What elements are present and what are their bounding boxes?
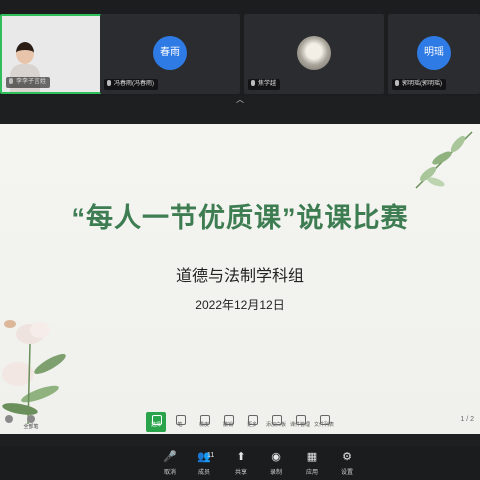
slide-subtitle: 道德与法制学科组 [175,268,304,285]
share-button[interactable]: ⬆ 共享 [226,450,256,476]
participant-name: 郭明瑶(郭明瑶) [392,79,446,90]
participant-name: 李李子言姓 [6,77,51,88]
mic-icon [251,80,255,86]
pen-tool-button[interactable]: 笔 [170,412,190,432]
mic-icon [9,78,13,84]
slide-title: “每人一节优质课”说课比赛 [71,203,409,233]
apps-grid-icon: ▦ [306,451,318,463]
mic-icon [395,80,399,86]
collapse-caret-icon[interactable]: ︿ [234,96,246,104]
apps-button[interactable]: ▦ 应用 [297,450,327,476]
microphone-icon: 🎤 [163,451,177,463]
page-navigation[interactable]: 1 / 2 [460,416,474,423]
leaves-decoration-icon [415,131,473,189]
participant-name: 焦学越 [248,79,281,90]
gear-icon: ⚙ [342,451,352,463]
all-pens-button[interactable]: 全部笔 [22,412,40,432]
participant-tile-2[interactable]: 春雨 冯春雨(冯春雨) [100,14,240,94]
more-button[interactable]: 更多 [242,412,262,432]
avatar [297,36,331,70]
participant-tile-3[interactable]: 焦学越 [244,14,384,94]
share-screen-icon: ⬆ [236,451,246,463]
mic-icon [107,80,111,86]
select-tool-button[interactable]: 选择 [146,412,166,432]
settings-button[interactable]: ⚙ 设置 [332,450,362,476]
participant-name: 冯春雨(冯春雨) [104,79,158,90]
avatar: 春雨 [153,36,187,70]
slide-left-toolbar: 全部笔 [0,412,40,434]
color-tool-button[interactable] [0,412,18,432]
record-icon: ◉ [271,451,281,463]
file-list-button[interactable]: 文件列表 [314,412,334,432]
courseware-button[interactable]: 课件管理 [290,412,310,432]
members-button[interactable]: 👥 11 成员 [189,450,219,476]
whiteboard-toolbar: 选择 笔 橡皮 撤销 更多 添加白板 课件管理 文件列表 [146,412,334,434]
participant-strip: 李李子言姓 春雨 冯春雨(冯春雨) 焦学越 明瑶 郭明瑶(郭明瑶) [0,0,480,96]
mute-button[interactable]: 🎤 取消 [155,450,185,476]
eraser-tool-button[interactable]: 橡皮 [194,412,214,432]
meeting-control-bar: 🎤 取消 👥 11 成员 ⬆ 共享 ◉ 录制 ▦ 应用 ⚙ 设置 [0,446,480,480]
shared-slide: “每人一节优质课”说课比赛 道德与法制学科组 2022年12月12日 全部笔 选… [0,124,480,434]
avatar: 明瑶 [417,36,451,70]
record-button[interactable]: ◉ 录制 [261,450,291,476]
participant-tile-4[interactable]: 明瑶 郭明瑶(郭明瑶) [388,14,480,94]
add-whiteboard-button[interactable]: 添加白板 [266,412,286,432]
member-count-badge: 11 [207,452,215,459]
undo-button[interactable]: 撤销 [218,412,238,432]
